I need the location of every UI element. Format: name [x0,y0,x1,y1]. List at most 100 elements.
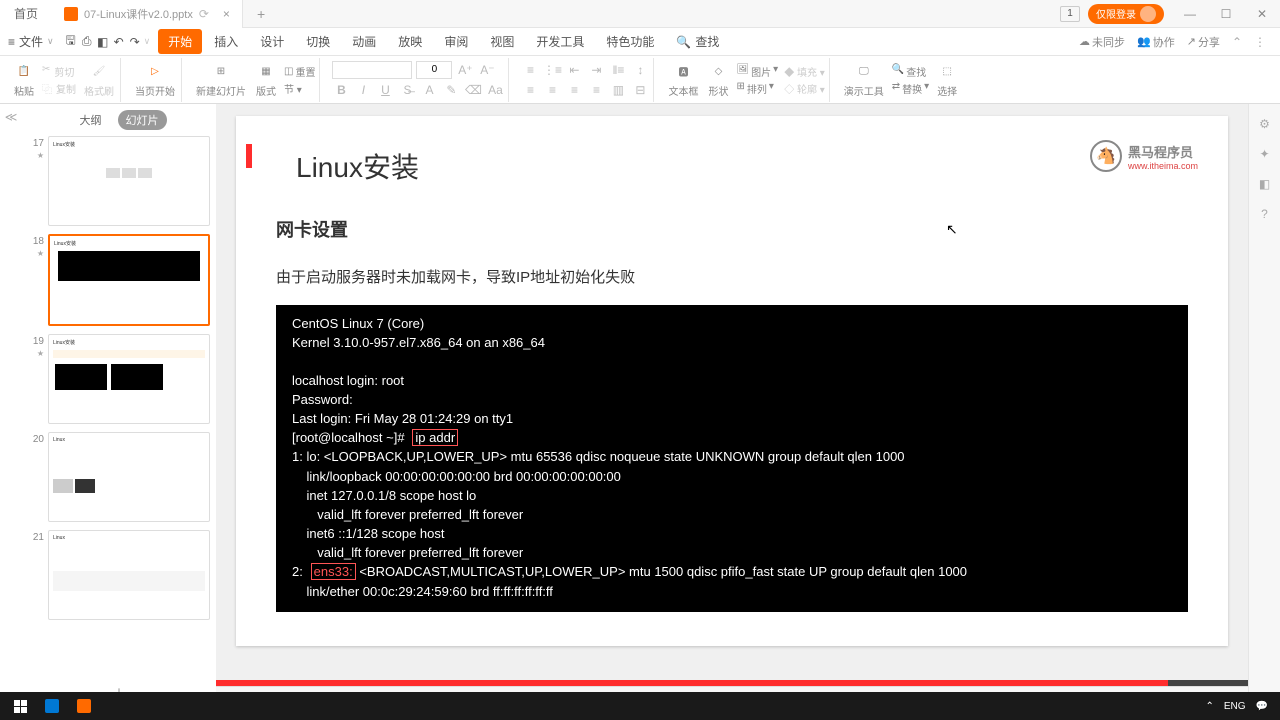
hamburger-menu[interactable]: ≡ 文件 ∨ [8,33,54,50]
strike-button[interactable]: S̶ [398,81,416,99]
thumbnail-21[interactable]: Linux [48,530,210,620]
layout-button[interactable]: ▦ 版式 [254,59,278,100]
section-button[interactable]: 节 ▾ [284,81,315,96]
decrease-indent-button[interactable]: ⇤ [565,61,583,79]
taskbar-app-1[interactable] [36,692,68,720]
redo-icon[interactable]: ↷ [128,35,142,49]
cut-button[interactable]: ✂ 剪切 [42,64,76,79]
increase-font-icon[interactable]: A⁺ [456,61,474,79]
thumbnail-17[interactable]: Linux安装 [48,136,210,226]
align-left-button[interactable]: ≡ [521,81,539,99]
align-right-button[interactable]: ≡ [565,81,583,99]
new-tab-button[interactable]: + [243,6,279,22]
reset-button[interactable]: ◫ 重置 [284,64,315,79]
slide-title: Linux安装 [296,146,1188,186]
textbox-icon: 🅰 [673,61,693,81]
notification-badge[interactable]: 1 [1060,6,1080,22]
tab-outline[interactable]: 大纲 [72,110,110,130]
thumbnail-18[interactable]: Linux安装 [48,234,210,326]
notifications-icon[interactable]: 💬 [1256,701,1268,712]
collapse-sidebar-button[interactable]: ≪ [0,104,22,712]
align-text-button[interactable]: ⊟ [631,81,649,99]
numbering-button[interactable]: ⋮≡ [543,61,561,79]
thumbnail-20[interactable]: Linux [48,432,210,522]
find-button[interactable]: 🔍 查找 [892,64,929,79]
font-select[interactable] [332,61,412,79]
file-menu[interactable]: 文件 [19,33,43,50]
save-icon[interactable]: 🖫 [64,35,78,49]
menu-view[interactable]: 视图 [480,29,524,54]
columns-button[interactable]: ▥ [609,81,627,99]
menu-review[interactable]: 审阅 [434,29,478,54]
underline-button[interactable]: U [376,81,394,99]
tray-chevron-icon[interactable]: ⌃ [1205,701,1213,712]
collapse-ribbon-icon[interactable]: ⌃ [1232,35,1242,49]
text-direction-button[interactable]: ↕ [631,61,649,79]
arrange-button[interactable]: ⊞ 排列 ▾ [736,81,778,96]
close-tab-icon[interactable]: × [223,7,230,21]
bullets-button[interactable]: ≡ [521,61,539,79]
login-badge[interactable]: 仅限登录 [1088,4,1164,24]
thumbnails-list[interactable]: 17★ Linux安装 18★ Linux安装 19★ Linux安装 20 L… [22,136,216,675]
undo-icon[interactable]: ↶ [112,35,126,49]
replace-button[interactable]: ⇄ 替换 ▾ [892,81,929,96]
slide-subtitle: 网卡设置 [276,216,1188,242]
font-color-button[interactable]: A [420,81,438,99]
outline-button[interactable]: ◇ 轮廓 ▾ [784,81,825,96]
share-button[interactable]: ↗分享 [1187,34,1220,50]
menu-devtools[interactable]: 开发工具 [526,29,594,54]
template-icon[interactable]: ◧ [1257,176,1273,192]
shape-icon: ◇ [708,61,728,81]
refresh-icon[interactable]: ⟳ [199,7,209,21]
fill-button[interactable]: ◆ 填充 ▾ [784,64,825,79]
menu-transition[interactable]: 切换 [296,29,340,54]
format-painter-button[interactable]: 🖌 格式刷 [82,59,116,100]
justify-button[interactable]: ≡ [587,81,605,99]
image-button[interactable]: 🖼 图片 ▾ [736,64,778,79]
print-icon[interactable]: ⎙ [80,35,94,49]
collab-button[interactable]: 👥协作 [1137,34,1175,50]
menu-design[interactable]: 设计 [250,29,294,54]
tab-home[interactable]: 首页 [0,0,52,28]
maximize-button[interactable]: ☐ [1208,0,1244,28]
start-button[interactable] [4,692,36,720]
align-center-button[interactable]: ≡ [543,81,561,99]
highlight-button[interactable]: ✎ [442,81,460,99]
taskbar-app-2[interactable] [68,692,100,720]
slide-content[interactable]: 🐴 黑马程序员 www.itheima.com Linux安装 网卡设置 由于启… [236,116,1228,646]
paste-button[interactable]: 📋 粘贴 [12,59,36,100]
new-slide-button[interactable]: ⊞ 新建幻灯片 [194,59,248,100]
menu-start[interactable]: 开始 [158,29,202,54]
increase-indent-button[interactable]: ⇥ [587,61,605,79]
decrease-font-icon[interactable]: A⁻ [478,61,496,79]
change-case-button[interactable]: Aa [486,81,504,99]
from-current-button[interactable]: ▷ 当页开始 [133,59,177,100]
menu-slideshow[interactable]: 放映 [388,29,432,54]
language-indicator[interactable]: ENG [1224,701,1246,712]
tab-document[interactable]: 07-Linux课件v2.0.pptx ⟳ × [52,0,243,28]
preview-icon[interactable]: ◧ [96,35,110,49]
menu-animation[interactable]: 动画 [342,29,386,54]
menu-features[interactable]: 特色功能 [596,29,664,54]
shape-button[interactable]: ◇ 形状 [706,59,730,100]
clear-format-button[interactable]: ⌫ [464,81,482,99]
line-spacing-button[interactable]: ‖≡ [609,61,627,79]
menu-search[interactable]: 🔍 查找 [666,29,729,54]
font-size-input[interactable] [416,61,452,79]
help-icon[interactable]: ? [1257,206,1273,222]
copy-button[interactable]: ⿻ 复制 [42,81,76,96]
settings-icon[interactable]: ⚙ [1257,116,1273,132]
select-button[interactable]: ⬚ 选择 [935,59,959,100]
thumbnail-19[interactable]: Linux安装 [48,334,210,424]
bold-button[interactable]: B [332,81,350,99]
sync-status[interactable]: ☁未同步 [1079,34,1125,50]
tab-slides[interactable]: 幻灯片 [118,110,167,130]
more-icon[interactable]: ⋮ [1254,35,1266,49]
minimize-button[interactable]: — [1172,0,1208,28]
close-window-button[interactable]: ✕ [1244,0,1280,28]
star-icon[interactable]: ✦ [1257,146,1273,162]
presentation-tools-button[interactable]: 🖵 演示工具 [842,59,886,100]
menu-insert[interactable]: 插入 [204,29,248,54]
textbox-button[interactable]: 🅰 文本框 [666,59,700,100]
italic-button[interactable]: I [354,81,372,99]
